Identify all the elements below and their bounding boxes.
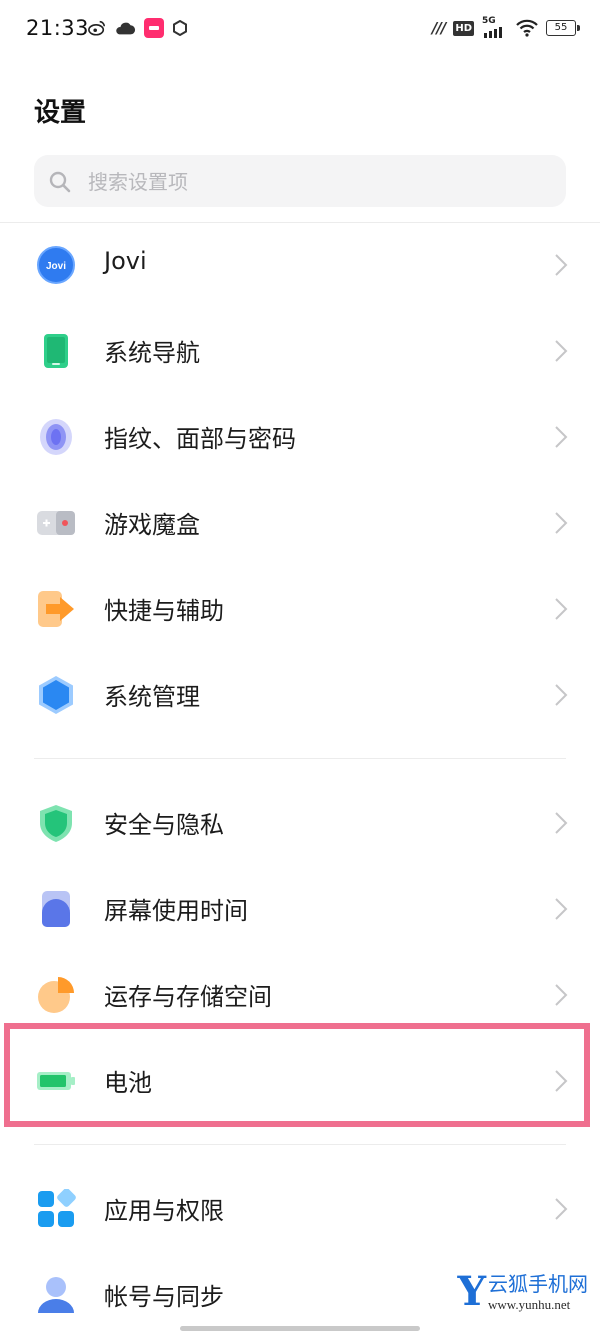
settings-item-jovi[interactable]: Jovi Jovi bbox=[0, 221, 600, 307]
notification-icons bbox=[88, 18, 188, 38]
settings-item-shortcuts-accessibility[interactable]: 快捷与辅助 bbox=[0, 565, 600, 651]
pie-storage-icon bbox=[38, 977, 74, 1013]
battery-status-icon: 55 bbox=[546, 20, 580, 36]
chevron-right-icon bbox=[555, 512, 568, 534]
chevron-right-icon bbox=[555, 340, 568, 362]
settings-item-label: 屏幕使用时间 bbox=[104, 897, 248, 925]
signal-strength-icon: /// bbox=[431, 19, 446, 37]
settings-item-label: 指纹、面部与密码 bbox=[104, 425, 296, 453]
chevron-right-icon bbox=[555, 598, 568, 620]
search-icon bbox=[49, 171, 71, 193]
settings-item-label: 运存与存储空间 bbox=[104, 983, 272, 1011]
chevron-right-icon bbox=[555, 684, 568, 706]
group-divider bbox=[34, 1144, 566, 1145]
app-notification-icon bbox=[144, 18, 164, 38]
screen-time-icon bbox=[42, 891, 70, 927]
watermark: Y 云狐手机网 www.yunhu.net bbox=[457, 1272, 588, 1312]
5g-signal-icon: 5G bbox=[482, 16, 508, 38]
settings-item-system-management[interactable]: 系统管理 bbox=[0, 651, 600, 737]
search-input[interactable] bbox=[86, 155, 550, 209]
highlight-frame bbox=[4, 1023, 590, 1127]
system-status-icons: /// HD 5G 55 bbox=[431, 16, 580, 38]
home-indicator[interactable] bbox=[180, 1326, 420, 1331]
chevron-right-icon bbox=[555, 898, 568, 920]
shield-icon bbox=[40, 805, 72, 842]
settings-item-screen-time[interactable]: 屏幕使用时间 bbox=[0, 865, 600, 951]
chevron-right-icon bbox=[555, 426, 568, 448]
settings-item-label: Jovi bbox=[104, 247, 147, 275]
settings-item-label: 游戏魔盒 bbox=[104, 511, 200, 539]
jovi-icon: Jovi bbox=[37, 246, 75, 284]
chevron-right-icon bbox=[555, 1198, 568, 1220]
page-title: 设置 bbox=[34, 98, 87, 128]
settings-item-label: 应用与权限 bbox=[104, 1197, 224, 1225]
settings-item-system-navigation[interactable]: 系统导航 bbox=[0, 307, 600, 393]
chevron-right-icon bbox=[555, 984, 568, 1006]
status-bar: 21:33 /// HD 5G 55 bbox=[0, 0, 600, 58]
settings-item-apps-permissions[interactable]: 应用与权限 bbox=[0, 1165, 600, 1251]
gamepad-icon bbox=[37, 511, 75, 535]
fingerprint-icon bbox=[40, 419, 72, 455]
settings-item-game-box[interactable]: 游戏魔盒 bbox=[0, 479, 600, 565]
watermark-url: www.yunhu.net bbox=[488, 1296, 571, 1312]
chevron-right-icon bbox=[555, 254, 568, 276]
apps-grid-icon bbox=[38, 1189, 76, 1227]
settings-item-label: 系统导航 bbox=[104, 339, 200, 367]
account-icon bbox=[38, 1277, 74, 1313]
shortcut-arrow-icon bbox=[38, 591, 74, 627]
phone-navigation-icon bbox=[44, 334, 68, 368]
group-divider bbox=[34, 758, 566, 759]
cloud-icon bbox=[116, 22, 136, 35]
chevron-right-icon bbox=[555, 812, 568, 834]
settings-item-label: 安全与隐私 bbox=[104, 811, 224, 839]
watermark-logo: Y bbox=[457, 1268, 486, 1315]
settings-item-label: 帐号与同步 bbox=[104, 1283, 224, 1311]
hexagon-icon bbox=[39, 676, 73, 714]
ring-icon bbox=[173, 20, 187, 36]
settings-item-label: 系统管理 bbox=[104, 683, 200, 711]
hd-icon: HD bbox=[453, 20, 474, 36]
wifi-icon bbox=[516, 19, 538, 37]
svg-text:Jovi: Jovi bbox=[46, 261, 66, 272]
search-bar[interactable] bbox=[34, 155, 566, 209]
status-time: 21:33 bbox=[26, 16, 90, 40]
weibo-icon bbox=[88, 20, 106, 36]
settings-item-label: 快捷与辅助 bbox=[104, 597, 224, 625]
watermark-brand: 云狐手机网 bbox=[488, 1271, 588, 1296]
settings-item-fingerprint-face-password[interactable]: 指纹、面部与密码 bbox=[0, 393, 600, 479]
settings-item-security-privacy[interactable]: 安全与隐私 bbox=[0, 779, 600, 865]
